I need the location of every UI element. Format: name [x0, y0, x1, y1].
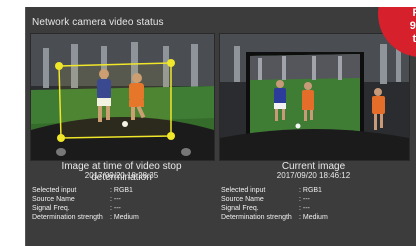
info-row-signal-freq: Signal Freq. : ---	[221, 204, 328, 213]
info-label: Selected input	[32, 187, 77, 194]
info-row-determination-strength: Determination strength : Medium	[32, 213, 139, 222]
info-value: : ---	[299, 196, 310, 203]
info-row-source-name: Source Name : ---	[221, 195, 328, 204]
panel-title: Network camera video status	[32, 17, 164, 28]
info-label: Source Name	[32, 196, 75, 203]
info-label: Selected input	[221, 187, 266, 194]
badge-line-1: Fre	[378, 7, 416, 20]
badge-line-2: 90-d	[409, 20, 416, 32]
info-value: : RGB1	[110, 187, 133, 194]
info-value: : ---	[299, 205, 310, 212]
info-value: : ---	[110, 205, 121, 212]
info-row-selected-input: Selected input : RGB1	[32, 186, 139, 195]
info-row-source-name: Source Name : ---	[32, 195, 139, 204]
info-value: : Medium	[299, 214, 328, 221]
video-status-panel: Network camera video status Image at tim…	[25, 7, 416, 246]
determination-area-box	[55, 59, 175, 142]
info-value: : RGB1	[299, 187, 322, 194]
current-image	[219, 33, 410, 161]
info-value: : Medium	[110, 214, 139, 221]
info-row-signal-freq: Signal Freq. : ---	[32, 204, 139, 213]
info-label: Determination strength	[221, 214, 292, 221]
info-label: Source Name	[221, 196, 264, 203]
left-timestamp: 2017/09/20 18:28:35	[84, 171, 159, 180]
info-value: : ---	[110, 196, 121, 203]
info-label: Signal Freq.	[221, 205, 259, 212]
stop-determination-image	[30, 33, 215, 161]
right-timestamp: 2017/09/20 18:46:12	[276, 171, 351, 180]
badge-line-3: tria	[412, 33, 416, 45]
info-label: Determination strength	[32, 214, 103, 221]
info-row-determination-strength: Determination strength : Medium	[221, 213, 328, 222]
info-row-selected-input: Selected input : RGB1	[221, 186, 328, 195]
info-label: Signal Freq.	[32, 205, 70, 212]
left-info-table: Selected input : RGB1 Source Name : --- …	[32, 186, 139, 222]
right-info-table: Selected input : RGB1 Source Name : --- …	[221, 186, 328, 222]
